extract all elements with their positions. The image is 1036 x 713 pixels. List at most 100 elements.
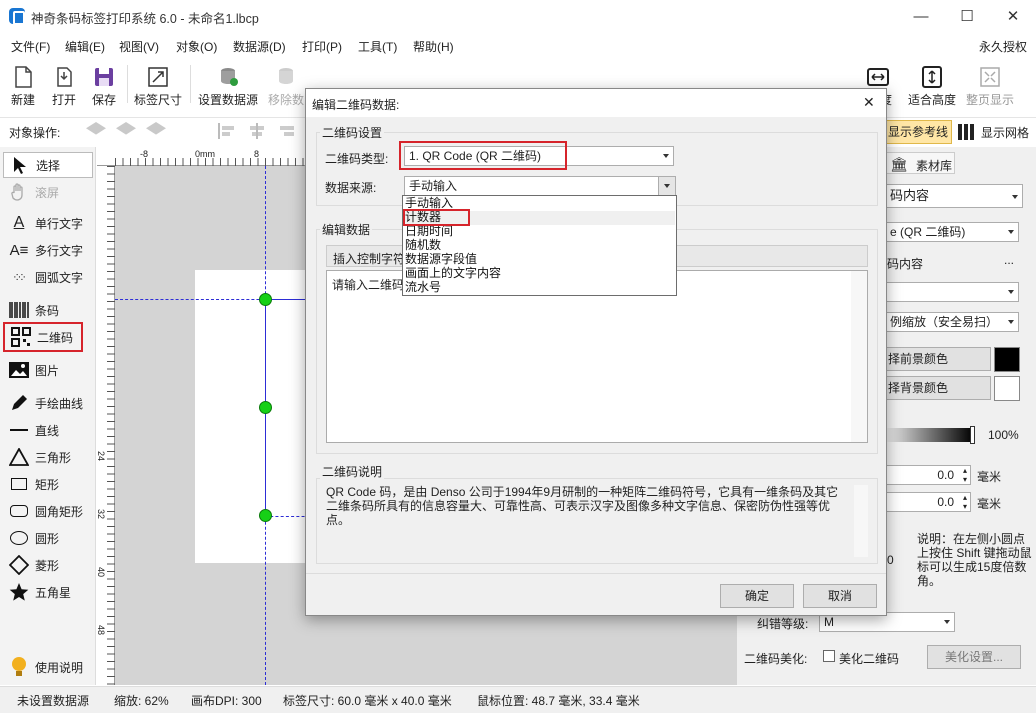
rotation-hint: 说明：在左侧小圆点上按住 Shift 键拖动鼠标可以生成15度倍数角。: [917, 532, 1032, 588]
qr-content-text: 请输入二维码: [332, 278, 405, 292]
fit-height-label: 适合高度: [907, 93, 956, 107]
save-button[interactable]: 保存: [87, 59, 121, 109]
layer-down-icon[interactable]: [116, 122, 136, 135]
remove-datasource-button[interactable]: 移除数: [264, 59, 308, 109]
chevron-down-icon[interactable]: [658, 177, 675, 195]
insert-control-char-button[interactable]: 插入控制字符: [333, 250, 405, 267]
background-color-button[interactable]: 择背景颜色: [885, 376, 991, 400]
scrollbar[interactable]: [851, 271, 867, 442]
blank-select[interactable]: [885, 282, 1019, 302]
dropdown-option[interactable]: 数据源字段值: [405, 253, 477, 266]
cancel-button[interactable]: 取消: [803, 584, 877, 608]
close-button[interactable]: ✕: [990, 0, 1036, 32]
resize-handle[interactable]: [259, 509, 272, 522]
circle-icon: [7, 528, 31, 548]
layer-top-icon[interactable]: [146, 122, 166, 135]
menu-object[interactable]: 对象(O): [176, 38, 217, 55]
foreground-color-swatch[interactable]: [994, 347, 1020, 372]
menu-view[interactable]: 视图(V): [119, 38, 159, 55]
x-position-input[interactable]: 0.0 ▴ ▾: [885, 465, 971, 485]
opacity-slider-thumb[interactable]: [970, 426, 975, 444]
y-position-input[interactable]: 0.0 ▴ ▾: [885, 492, 971, 512]
toolbar-separator: [190, 65, 191, 103]
app-logo-icon: [9, 8, 25, 25]
tool-help[interactable]: 使用说明: [3, 654, 93, 680]
label-size-button[interactable]: 标签尺寸: [132, 59, 184, 109]
tool-label: 图片: [35, 363, 60, 378]
tab-material-label: 素材库: [916, 159, 953, 173]
tool-diamond[interactable]: 菱形: [3, 552, 93, 578]
fg-color-label: 择前景颜色: [888, 352, 949, 366]
align-right-icon[interactable]: [278, 123, 296, 139]
tool-circle[interactable]: 圆形: [3, 525, 93, 551]
tool-star[interactable]: 五角星: [3, 579, 93, 605]
show-grid-toggle[interactable]: 显示网格: [981, 124, 1029, 141]
background-color-swatch[interactable]: [994, 376, 1020, 401]
menu-help[interactable]: 帮助(H): [413, 38, 454, 55]
align-left-icon[interactable]: [218, 123, 236, 139]
dropdown-option[interactable]: 画面上的文字内容: [405, 267, 501, 280]
bulb-icon: [7, 657, 31, 677]
tool-label: 使用说明: [35, 660, 84, 675]
menu-print[interactable]: 打印(P): [302, 38, 342, 55]
cursor-icon: [8, 155, 32, 175]
opacity-slider[interactable]: [885, 428, 973, 442]
dialog-close-button[interactable]: ✕: [863, 94, 875, 111]
dropdown-option[interactable]: 随机数: [405, 239, 441, 252]
menu-tools[interactable]: 工具(T): [358, 38, 397, 55]
tool-triangle[interactable]: 三角形: [3, 444, 93, 470]
menu-edit[interactable]: 编辑(E): [65, 38, 105, 55]
spinner-icon[interactable]: ▴ ▾: [963, 493, 967, 511]
data-source-value: 手动输入: [409, 179, 458, 193]
tool-rounded-rect[interactable]: 圆角矩形: [3, 498, 93, 524]
tool-freehand[interactable]: 手绘曲线: [3, 390, 93, 416]
tool-barcode[interactable]: 条码: [3, 297, 93, 323]
set-datasource-button[interactable]: 设置数据源: [196, 59, 260, 109]
tool-image[interactable]: 图片: [3, 357, 93, 383]
triangle-icon: [7, 447, 31, 467]
qr-type-select[interactable]: e (QR 二维码): [885, 222, 1019, 242]
dropdown-option[interactable]: 日期时间: [405, 225, 453, 238]
menu-file[interactable]: 文件(F): [11, 38, 50, 55]
tool-qrcode[interactable]: 二维码: [3, 322, 83, 352]
new-button[interactable]: 新建: [6, 59, 40, 109]
foreground-color-button[interactable]: 择前景颜色: [885, 347, 991, 371]
tool-panel: 选择 滚屏 A 单行文字 A≡ 多行文字 ·:·:· 圆弧文字 条码 二维码 图…: [0, 147, 96, 685]
layer-up-icon[interactable]: [86, 122, 106, 135]
tool-rectangle[interactable]: 矩形: [3, 471, 93, 497]
tool-scroll[interactable]: 滚屏: [3, 179, 93, 205]
layer-buttons: [86, 122, 198, 142]
spinner-icon[interactable]: ▴ ▾: [963, 466, 967, 484]
data-source-select[interactable]: 手动输入: [404, 176, 676, 196]
tool-arc-text[interactable]: ·:·:· 圆弧文字: [3, 264, 93, 290]
content-type-select[interactable]: 码内容: [885, 184, 1023, 208]
fit-height-button[interactable]: 适合高度: [906, 59, 958, 109]
maximize-button[interactable]: ☐: [944, 0, 990, 32]
resize-handle[interactable]: [259, 293, 272, 306]
tool-line[interactable]: 直线: [3, 417, 93, 443]
beautify-checkbox[interactable]: [823, 650, 835, 662]
ruler-ticks: [107, 166, 115, 685]
show-guides-toggle[interactable]: 显示参考线: [884, 120, 952, 144]
tool-multi-text[interactable]: A≡ 多行文字: [3, 237, 93, 263]
align-buttons: [218, 123, 298, 141]
tool-select[interactable]: 选择: [3, 152, 93, 178]
align-center-icon[interactable]: [248, 123, 266, 139]
ok-button[interactable]: 确定: [720, 584, 794, 608]
content-more-button[interactable]: ...: [1004, 253, 1014, 267]
remove-datasource-label: 移除数: [267, 93, 304, 107]
resize-handle[interactable]: [259, 401, 272, 414]
tool-label: 选择: [36, 158, 61, 173]
open-button[interactable]: 打开: [47, 59, 81, 109]
label-size-label: 标签尺寸: [133, 93, 182, 107]
beautify-settings-button[interactable]: 美化设置...: [927, 645, 1021, 669]
minimize-button[interactable]: —: [898, 0, 944, 32]
tab-material[interactable]: 🏛 素材库: [885, 152, 955, 174]
dropdown-option[interactable]: 流水号: [405, 281, 441, 294]
scrollbar[interactable]: [854, 485, 868, 557]
tool-single-text[interactable]: A 单行文字: [3, 210, 93, 236]
qrcode-data-dialog: 编辑二维码数据: ✕ 二维码设置 二维码类型: 1. QR Code (QR 二…: [305, 88, 887, 616]
menu-datasource[interactable]: 数据源(D): [233, 38, 286, 55]
scale-mode-select[interactable]: 例缩放（安全易扫）: [885, 312, 1019, 332]
full-page-button[interactable]: 整页显示: [964, 59, 1016, 109]
